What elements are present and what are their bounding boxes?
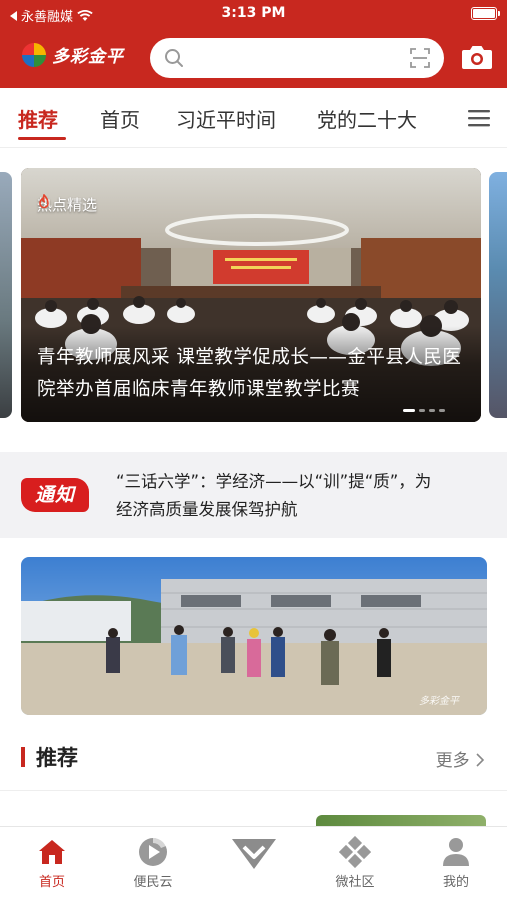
- banner-photo: [21, 557, 487, 715]
- section-accent-bar: [21, 747, 25, 767]
- slide-title: 青年教师展风采 课堂教学促成长——金平县人民医院举办首届临床青年教师课堂教学比赛: [37, 347, 462, 400]
- section-divider: [0, 790, 507, 791]
- status-time: 3:13 PM: [221, 5, 286, 21]
- channel-tabs: 推荐 首页 习近平时间 党的二十大: [0, 88, 507, 148]
- carousel-dot: [419, 409, 425, 412]
- app-screen: 永善融媒 3:13 PM 多彩金平 推荐 首页 习近平时间 党的二十大 热点精选…: [0, 0, 507, 900]
- prev-slide-peek[interactable]: [0, 172, 12, 418]
- nav-center[interactable]: [226, 825, 282, 881]
- community-icon: [339, 836, 371, 868]
- app-name: 多彩金平: [52, 47, 124, 67]
- heart-diamond-icon: [232, 839, 276, 869]
- scan-icon[interactable]: [410, 48, 430, 68]
- battery-icon: [471, 7, 500, 20]
- more-label: 更多: [435, 751, 470, 771]
- home-icon: [39, 840, 65, 864]
- nav-convenience-cloud[interactable]: 便民云: [113, 833, 193, 890]
- notice-bar[interactable]: 通知 “三话六学”：学经济——以“训”提“质”，为经济高质量发展保驾护航: [0, 452, 507, 538]
- bottom-nav: 首页 便民云 微社区 我的: [0, 826, 507, 900]
- nav-micro-community[interactable]: 微社区: [315, 833, 395, 890]
- app-logo[interactable]: 多彩金平: [22, 42, 124, 67]
- cloud-service-icon: [139, 837, 167, 866]
- hot-picks-tag: 热点精选: [37, 194, 97, 215]
- user-icon: [443, 838, 469, 866]
- app-header: 永善融媒 3:13 PM 多彩金平: [0, 0, 507, 88]
- tab-xi-time[interactable]: 习近平时间: [176, 104, 276, 133]
- search-box[interactable]: [150, 38, 444, 78]
- nav-mine-label: 我的: [442, 875, 469, 890]
- carousel-dot: [403, 409, 415, 412]
- carousel-dots: [403, 409, 445, 412]
- nav-micro-community-label: 微社区: [335, 875, 375, 890]
- banner-watermark: 多彩金平: [419, 696, 459, 707]
- fire-icon: [39, 194, 49, 209]
- camera-icon[interactable]: [461, 43, 493, 71]
- chevron-right-icon: [476, 753, 485, 767]
- more-link[interactable]: 更多: [436, 746, 485, 771]
- tab-home[interactable]: 首页: [100, 104, 140, 133]
- feature-banner[interactable]: 多彩金平: [21, 557, 487, 715]
- channel-menu-icon[interactable]: [467, 108, 491, 128]
- tab-recommend[interactable]: 推荐: [18, 104, 58, 133]
- search-input[interactable]: [192, 46, 392, 70]
- carousel-dot: [439, 409, 445, 412]
- section-title: 推荐: [36, 746, 78, 770]
- nav-convenience-cloud-label: 便民云: [133, 875, 173, 890]
- notice-text: “三话六学”：学经济——以“训”提“质”，为经济高质量发展保驾护航: [116, 472, 432, 519]
- nav-home[interactable]: 首页: [12, 833, 92, 890]
- carousel-dot: [429, 409, 435, 412]
- notice-badge: 通知: [21, 478, 89, 512]
- nav-mine[interactable]: 我的: [416, 833, 496, 890]
- search-icon: [165, 49, 183, 67]
- carousel-slide[interactable]: 热点精选 青年教师展风采 课堂教学促成长——金平县人民医院举办首届临床青年教师课…: [21, 168, 481, 422]
- active-tab-indicator: [18, 137, 66, 140]
- next-slide-peek[interactable]: [489, 172, 507, 418]
- status-bar: 永善融媒 3:13 PM: [0, 0, 507, 28]
- nav-home-label: 首页: [38, 875, 65, 890]
- logo-mark-icon: [22, 42, 46, 67]
- hero-carousel[interactable]: 热点精选 青年教师展风采 课堂教学促成长——金平县人民医院举办首届临床青年教师课…: [0, 168, 507, 422]
- tab-party-congress[interactable]: 党的二十大: [317, 104, 417, 133]
